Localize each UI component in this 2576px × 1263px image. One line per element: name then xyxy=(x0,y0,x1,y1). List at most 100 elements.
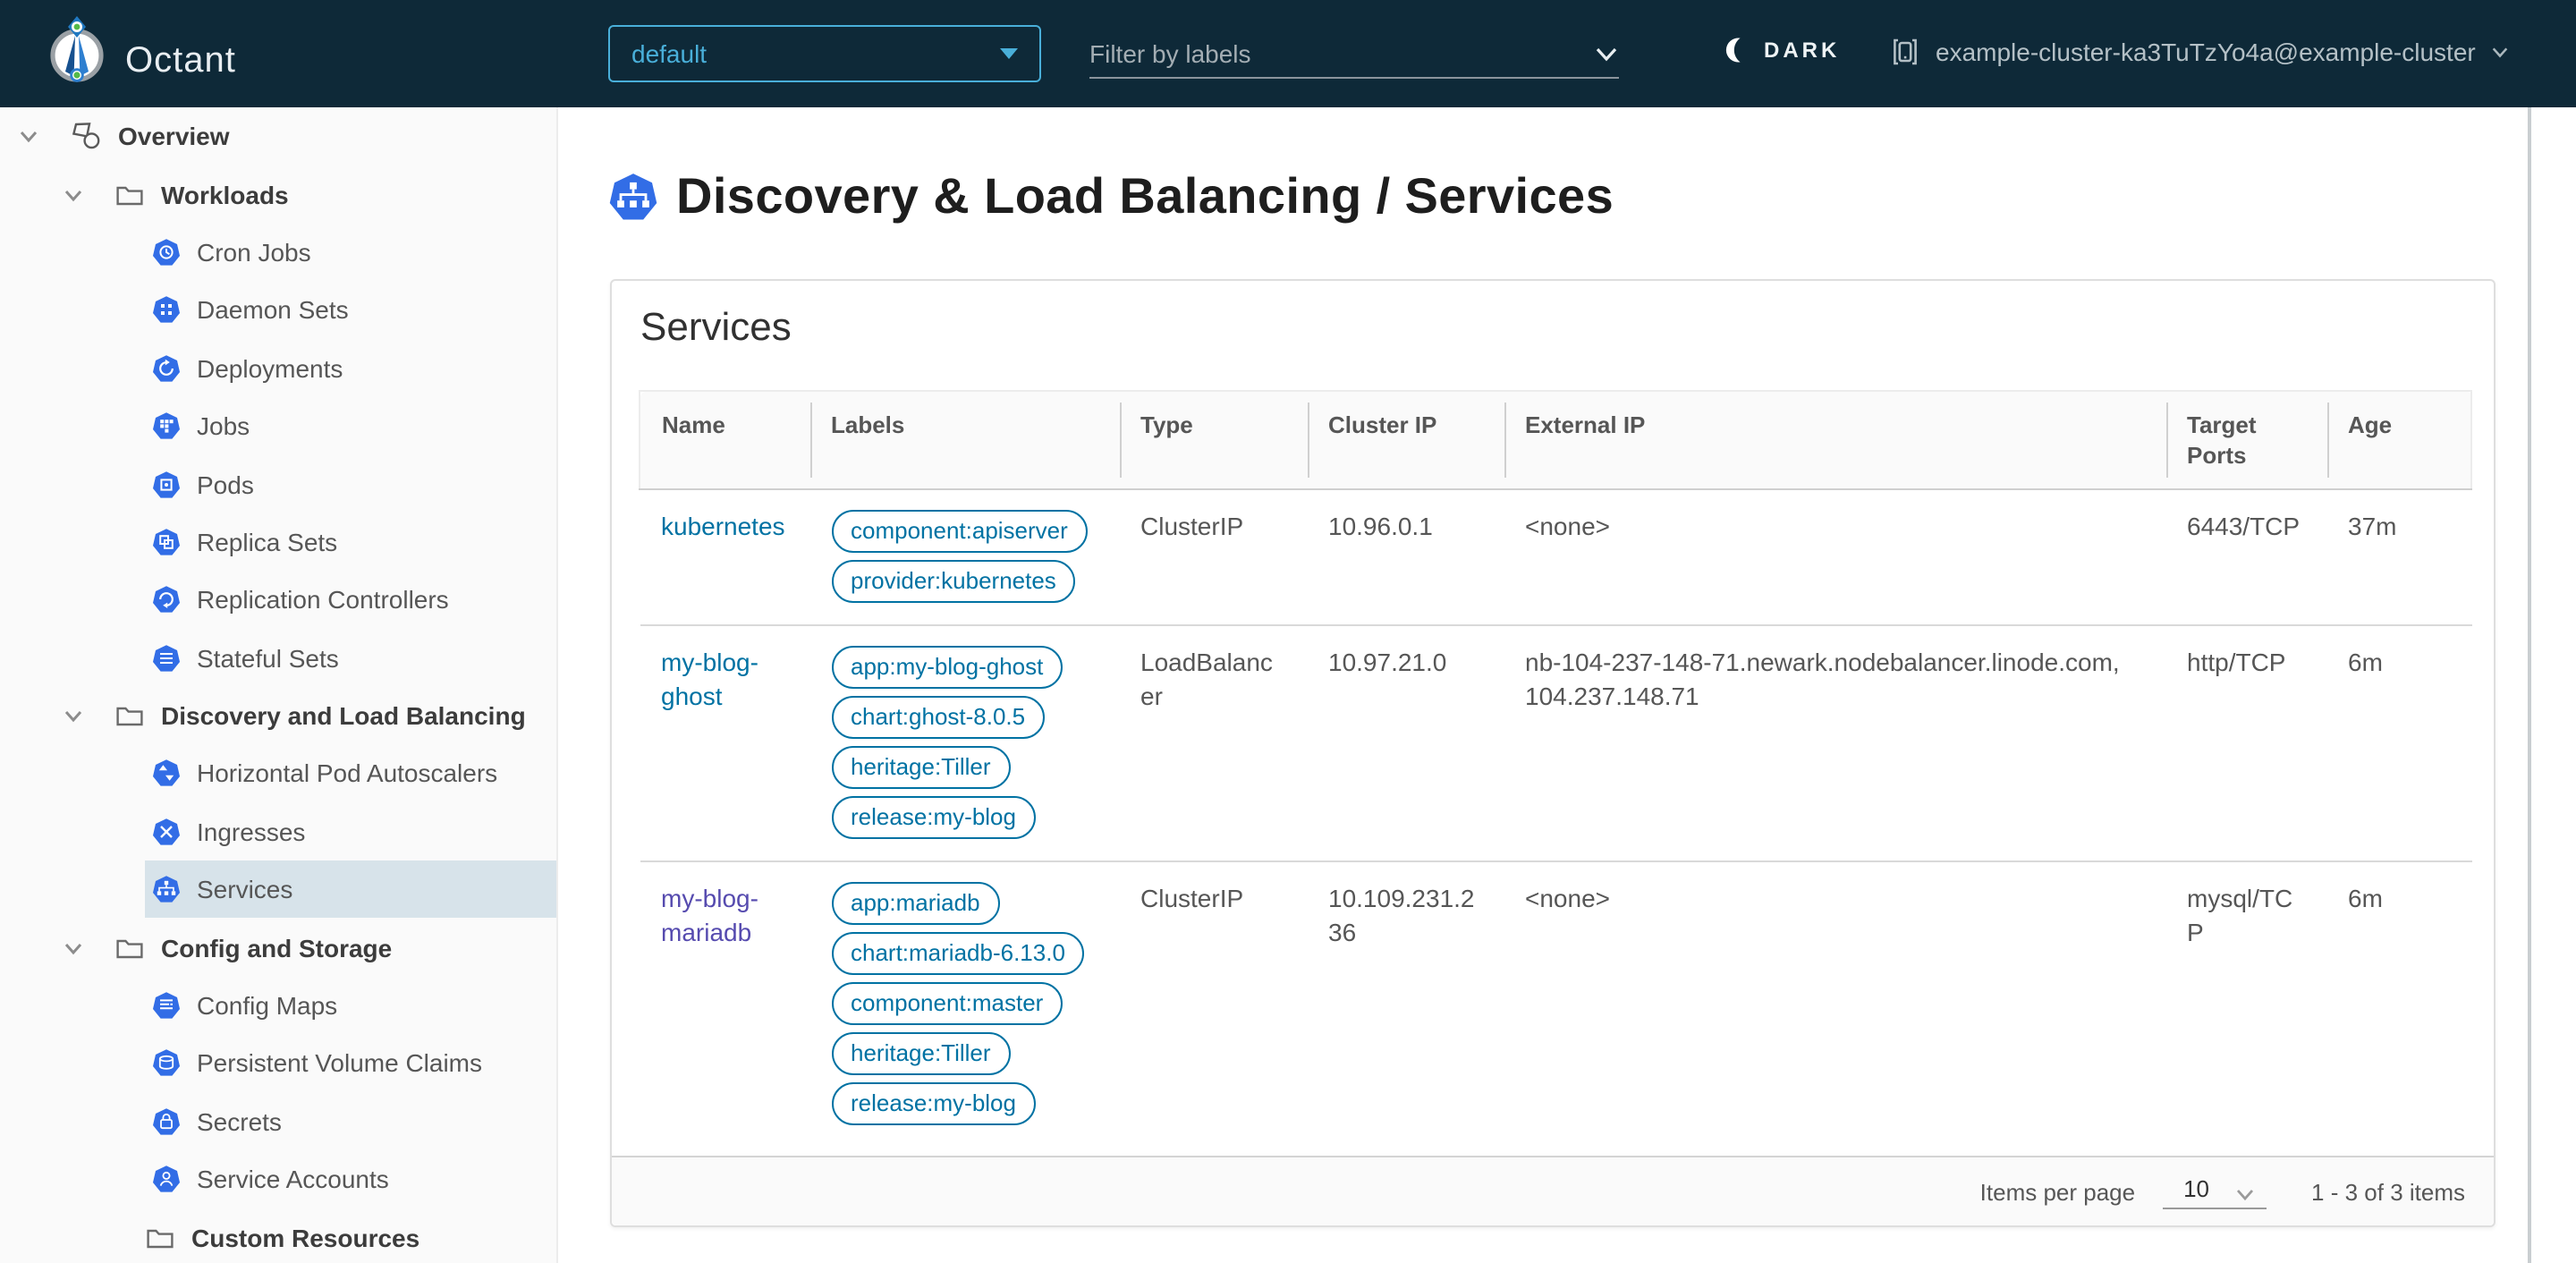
column-header-name: Name xyxy=(639,390,809,490)
folder-icon xyxy=(114,180,145,208)
chevron-down-icon xyxy=(2490,43,2510,61)
label-chip-list: app:my-blog-ghost chart:ghost-8.0.5 heri… xyxy=(831,646,1097,839)
cell-type: ClusterIP xyxy=(1140,884,1244,912)
pvc-icon xyxy=(152,1049,181,1078)
chevron-down-icon[interactable] xyxy=(1594,42,1619,64)
column-header-target-ports: Target Ports xyxy=(2165,390,2326,490)
config-maps-icon xyxy=(152,991,181,1020)
chevron-down-icon[interactable] xyxy=(63,705,84,726)
service-link-kubernetes[interactable]: kubernetes xyxy=(661,512,785,540)
sidebar-group-discovery-and-load-balancing[interactable]: Discovery and Load Balancing xyxy=(0,687,556,745)
sidebar-item-jobs[interactable]: Jobs xyxy=(0,397,556,455)
sidebar-item-deployments[interactable]: Deployments xyxy=(0,339,556,397)
services-table: Name Labels Type Cluster IP External IP … xyxy=(639,390,2472,1147)
sidebar-group-custom-resources[interactable]: Custom Resources xyxy=(0,1208,556,1263)
table-pagination-footer: Items per page 10 1 - 3 of 3 items xyxy=(612,1156,2494,1225)
folder-icon xyxy=(145,1223,175,1251)
clone-icon xyxy=(1889,36,1921,68)
cell-cluster-ip: 10.96.0.1 xyxy=(1328,512,1433,540)
service-accounts-icon xyxy=(152,1165,181,1193)
namespace-select[interactable]: default xyxy=(608,25,1041,82)
cluster-context-value: example-cluster-ka3TuTzYo4a@example-clus… xyxy=(1936,38,2476,66)
sidebar-item-replication-controllers[interactable]: Replication Controllers xyxy=(0,571,556,629)
page-title: Discovery & Load Balancing / Services xyxy=(676,168,1614,224)
sidebar-item-ingresses[interactable]: Ingresses xyxy=(0,802,556,860)
page-size-select[interactable]: 10 xyxy=(2162,1174,2267,1208)
top-header-bar: Octant default DARK xyxy=(0,0,2576,107)
sidebar-item-service-accounts[interactable]: Service Accounts xyxy=(0,1150,556,1208)
chevron-down-icon xyxy=(2234,1185,2256,1201)
service-link-my-blog-ghost[interactable]: my-blog-ghost xyxy=(661,648,758,710)
column-header-external-ip: External IP xyxy=(1504,390,2165,490)
objects-icon xyxy=(72,122,102,150)
label-chip[interactable]: component:master xyxy=(831,982,1063,1025)
column-header-age: Age xyxy=(2326,390,2472,490)
sidebar-item-horizontal-pod-autoscalers[interactable]: Horizontal Pod Autoscalers xyxy=(0,745,556,803)
cell-target-ports: http/TCP xyxy=(2187,648,2286,676)
services-icon xyxy=(152,876,181,904)
theme-toggle-label: DARK xyxy=(1764,38,1841,63)
chevron-down-icon[interactable] xyxy=(63,937,84,958)
main-content: Discovery & Load Balancing / Services Se… xyxy=(558,107,2576,1263)
label-chip[interactable]: app:mariadb xyxy=(831,882,1000,925)
cron-jobs-icon xyxy=(152,238,181,267)
sidebar-item-pods[interactable]: Pods xyxy=(0,455,556,513)
moon-icon xyxy=(1723,34,1751,66)
sidebar-group-workloads[interactable]: Workloads xyxy=(0,165,556,224)
label-chip[interactable]: component:apiserver xyxy=(831,510,1088,553)
label-chip[interactable]: heritage:Tiller xyxy=(831,1032,1011,1075)
label-filter-input[interactable] xyxy=(1089,38,1594,67)
folder-icon xyxy=(114,701,145,730)
secrets-icon xyxy=(152,1107,181,1136)
sidebar-item-cron-jobs[interactable]: Cron Jobs xyxy=(0,224,556,282)
sidebar-item-replica-sets[interactable]: Replica Sets xyxy=(0,513,556,571)
sidebar-item-config-maps[interactable]: Config Maps xyxy=(0,977,556,1035)
table-row: my-blog-mariadb app:mariadb chart:mariad… xyxy=(640,861,2471,1147)
cell-type: ClusterIP xyxy=(1140,512,1244,540)
sidebar-item-secrets[interactable]: Secrets xyxy=(0,1092,556,1150)
chevron-down-icon[interactable] xyxy=(18,125,39,147)
label-chip[interactable]: release:my-blog xyxy=(831,1082,1036,1125)
ingresses-icon xyxy=(152,818,181,846)
cell-cluster-ip: 10.97.21.0 xyxy=(1328,648,1447,676)
sidebar-item-persistent-volume-claims[interactable]: Persistent Volume Claims xyxy=(0,1035,556,1093)
daemon-sets-icon xyxy=(152,296,181,325)
cell-age: 6m xyxy=(2348,648,2383,676)
sidebar-group-config-and-storage[interactable]: Config and Storage xyxy=(0,919,556,977)
cell-age: 6m xyxy=(2348,884,2383,912)
page-header: Discovery & Load Balancing / Services xyxy=(608,168,1614,225)
sidebar-item-stateful-sets[interactable]: Stateful Sets xyxy=(0,629,556,687)
page-size-value: 10 xyxy=(2183,1174,2210,1201)
theme-toggle[interactable]: DARK xyxy=(1723,34,1840,66)
pagination-range: 1 - 3 of 3 items xyxy=(2311,1178,2465,1205)
sidebar-item-daemon-sets[interactable]: Daemon Sets xyxy=(0,281,556,339)
card-title: Services xyxy=(640,304,792,349)
brand-name: Octant xyxy=(125,41,236,81)
caret-down-icon xyxy=(1000,48,1018,59)
cell-target-ports: 6443/TCP xyxy=(2187,512,2301,540)
cluster-context-selector[interactable]: example-cluster-ka3TuTzYo4a@example-clus… xyxy=(1889,36,2510,68)
cell-age: 37m xyxy=(2348,512,2397,540)
column-header-cluster-ip: Cluster IP xyxy=(1307,390,1504,490)
label-chip[interactable]: release:my-blog xyxy=(831,796,1036,839)
table-row: kubernetes component:apiserver provider:… xyxy=(640,489,2471,625)
service-link-my-blog-mariadb[interactable]: my-blog-mariadb xyxy=(661,884,758,946)
label-chip-list: component:apiserver provider:kubernetes xyxy=(831,510,1097,603)
table-header-row: Name Labels Type Cluster IP External IP … xyxy=(639,390,2472,490)
cell-target-ports: mysql/TCP xyxy=(2187,884,2293,946)
scrollbar-track[interactable] xyxy=(2528,107,2530,1263)
namespace-value: default xyxy=(631,39,708,68)
label-chip[interactable]: provider:kubernetes xyxy=(831,560,1076,603)
chevron-down-icon[interactable] xyxy=(63,183,84,205)
table-row: my-blog-ghost app:my-blog-ghost chart:gh… xyxy=(640,625,2471,861)
octant-logo-icon xyxy=(47,14,107,95)
cell-type: LoadBalancer xyxy=(1140,648,1273,710)
column-header-type: Type xyxy=(1119,390,1307,490)
label-chip[interactable]: heritage:Tiller xyxy=(831,746,1011,789)
label-chip[interactable]: chart:ghost-8.0.5 xyxy=(831,696,1046,739)
label-chip[interactable]: app:my-blog-ghost xyxy=(831,646,1063,689)
pods-icon xyxy=(152,470,181,498)
sidebar-item-overview[interactable]: Overview xyxy=(0,107,556,165)
label-chip[interactable]: chart:mariadb-6.13.0 xyxy=(831,932,1085,975)
sidebar-item-services[interactable]: Services xyxy=(0,860,556,919)
